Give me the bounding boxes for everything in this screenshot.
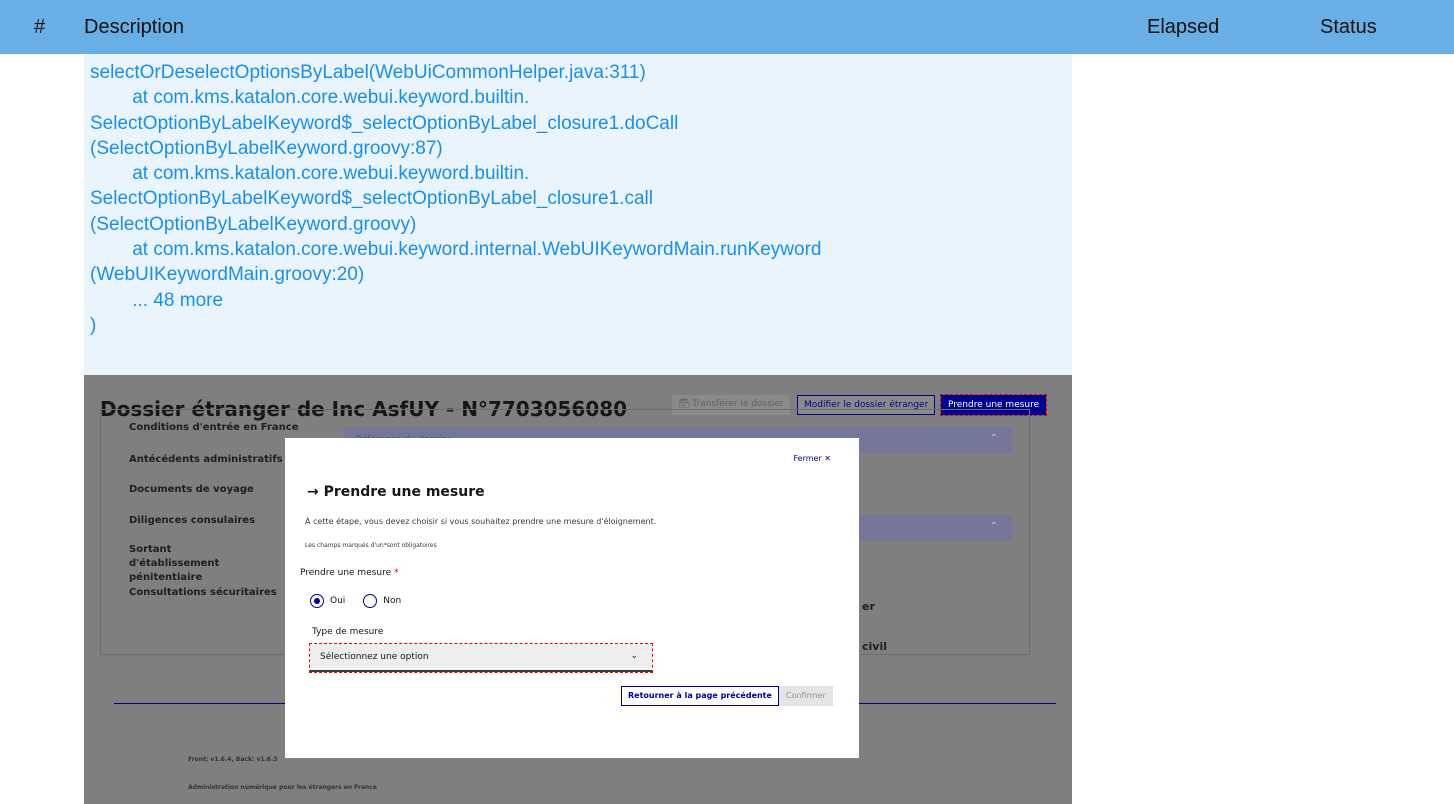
close-label: Fermer [793,454,822,463]
measure-modal: Fermer ✕ → Prendre une mesure À cette ét… [285,438,859,758]
log-line: ... 48 more [90,289,224,311]
log-line: (SelectOptionByLabelKeyword.groovy) [90,213,417,235]
col-description: Description [84,16,185,38]
log-line: (WebUIKeywordMain.groovy:20) [90,264,365,286]
sidenav-item[interactable]: Sortant d'établissement pénitentiaire [129,543,259,585]
arrow-right-icon: → [307,484,319,500]
type-label: Type de mesure [312,627,384,637]
footer-tagline: Administration numérique pour les étrang… [188,784,377,791]
modal-title-text: Prendre une mesure [323,484,485,500]
radio-non[interactable] [363,594,378,608]
measure-type-select[interactable]: Sélectionnez une option ⌄ [309,643,653,673]
log-line: SelectOptionByLabelKeyword$_selectOption… [90,112,679,134]
close-icon: ✕ [824,454,831,463]
sidenav-item[interactable]: Consultations sécuritaires [129,586,277,600]
modal-description: À cette étape, vous devez choisir si vou… [305,517,657,526]
radio-oui-label[interactable]: Oui [330,596,345,606]
partial-text: civil [862,640,888,653]
modal-close-button[interactable]: Fermer ✕ [794,454,832,463]
radio-oui[interactable] [310,594,324,608]
back-button[interactable]: Retourner à la page précédente [621,686,779,706]
log-line: SelectOptionByLabelKeyword$_selectOption… [90,188,653,210]
chevron-down-icon: ⌄ [630,651,638,661]
failure-screenshot: Dossier étranger de Inc AsfUY - N°770305… [84,375,1072,804]
col-hash: # [34,16,46,38]
log-line: at com.kms.katalon.core.webui.keyword.bu… [90,87,530,109]
stacktrace-log: selectOrDeselectOptionsByLabel(WebUiComm… [84,54,1072,394]
select-value: Sélectionnez une option [320,652,429,662]
log-line: selectOrDeselectOptionsByLabel(WebUiComm… [90,62,646,83]
sidenav-item[interactable]: Conditions d'entrée en France [129,421,299,435]
log-line: ) [90,314,97,336]
transfer-label: Transférer le dossier [692,399,784,409]
log-line: (SelectOptionByLabelKeyword.groovy:87) [90,137,443,159]
required-note-post: sont obligatoires [386,542,437,549]
measure-radio-group: Oui Non [310,594,401,608]
required-note: Les champs marqués d'un*sont obligatoire… [305,542,437,549]
log-line: at com.kms.katalon.core.webui.keyword.in… [90,239,822,261]
chevron-up-icon: ⌃ [989,521,998,532]
chevron-up-icon: ⌃ [989,433,998,444]
radio-non-label[interactable]: Non [383,596,401,606]
required-note-pre: Les champs marqués d'un [305,542,384,549]
col-elapsed: Elapsed [1147,16,1220,38]
field-label-text: Prendre une mesure [300,568,392,578]
footer-version: Front: v1.6.4, Back: v1.6.3 [188,756,278,763]
log-line: at com.kms.katalon.core.webui.keyword.bu… [90,163,530,185]
sidenav-item[interactable]: Antécédents administratifs [129,453,283,467]
sidenav-item[interactable]: Diligences consulaires [129,514,255,528]
field-label: Prendre une mesure * [300,568,399,578]
confirm-button[interactable]: Confirmer [779,686,833,706]
modal-title: → Prendre une mesure [307,484,485,500]
report-header: # Description Elapsed Status [0,0,1454,54]
sidenav-item[interactable]: Documents de voyage [129,483,254,497]
partial-text: er [862,600,875,613]
col-status: Status [1320,16,1377,38]
required-star: * [394,568,399,578]
